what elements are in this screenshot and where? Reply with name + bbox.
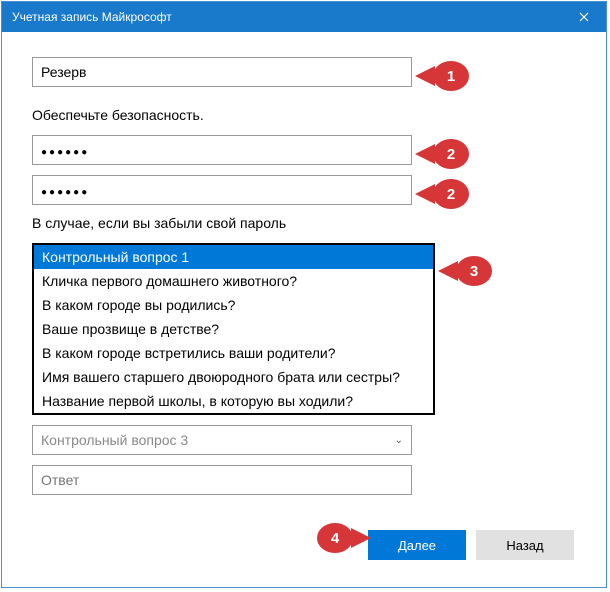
security-question-3-select[interactable]: Контрольный вопрос 3 ⌄ [32, 425, 412, 455]
dialog-content: Обеспечьте безопасность. ●●●●●● ●●●●●● В… [2, 32, 606, 580]
callout-tail [438, 261, 458, 281]
button-row: Далее Назад [32, 530, 576, 560]
close-icon [579, 12, 589, 22]
dropdown-option[interactable]: В каком городе встретились ваши родители… [34, 341, 433, 365]
security-label: Обеспечьте безопасность. [32, 107, 576, 123]
password-confirm-input[interactable]: ●●●●●● [32, 175, 412, 205]
callout-bubble: 3 [456, 256, 492, 286]
callout-bubble: 1 [433, 61, 469, 91]
security-question-1-dropdown[interactable]: Контрольный вопрос 1 Кличка первого дома… [32, 243, 435, 415]
close-button[interactable] [561, 2, 606, 32]
select-placeholder: Контрольный вопрос 3 [41, 432, 188, 448]
forgot-password-label: В случае, если вы забыли свой пароль [32, 215, 576, 231]
password-mask: ●●●●●● [41, 147, 89, 158]
callout-tail [351, 528, 371, 548]
dropdown-option[interactable]: Кличка первого домашнего животного? [34, 269, 433, 293]
answer-input[interactable] [32, 465, 412, 495]
callout-bubble: 2 [433, 179, 469, 209]
back-button[interactable]: Назад [476, 530, 574, 560]
dropdown-option[interactable]: Ваше прозвище в детстве? [34, 317, 433, 341]
callout-2a: 2 [415, 139, 469, 169]
dialog-window: Учетная запись Майкрософт Обеспечьте без… [1, 1, 607, 588]
next-button[interactable]: Далее [368, 530, 466, 560]
callout-bubble: 4 [317, 523, 353, 553]
callout-bubble: 2 [433, 139, 469, 169]
callout-1: 1 [415, 61, 469, 91]
dropdown-option[interactable]: Имя вашего старшего двоюродного брата ил… [34, 365, 433, 389]
window-title: Учетная запись Майкрософт [12, 10, 561, 24]
titlebar: Учетная запись Майкрософт [2, 2, 606, 32]
username-input[interactable] [32, 57, 412, 87]
callout-tail [415, 144, 435, 164]
password-input[interactable]: ●●●●●● [32, 135, 412, 165]
callout-3: 3 [438, 256, 492, 286]
dropdown-option-selected[interactable]: Контрольный вопрос 1 [34, 245, 433, 269]
callout-tail [415, 184, 435, 204]
callout-2b: 2 [415, 179, 469, 209]
chevron-down-icon: ⌄ [395, 435, 403, 446]
password-confirm-mask: ●●●●●● [41, 187, 89, 198]
callout-4: 4 [317, 523, 371, 553]
dropdown-option[interactable]: Название первой школы, в которую вы ходи… [34, 389, 433, 413]
dropdown-option[interactable]: В каком городе вы родились? [34, 293, 433, 317]
callout-tail [415, 66, 435, 86]
